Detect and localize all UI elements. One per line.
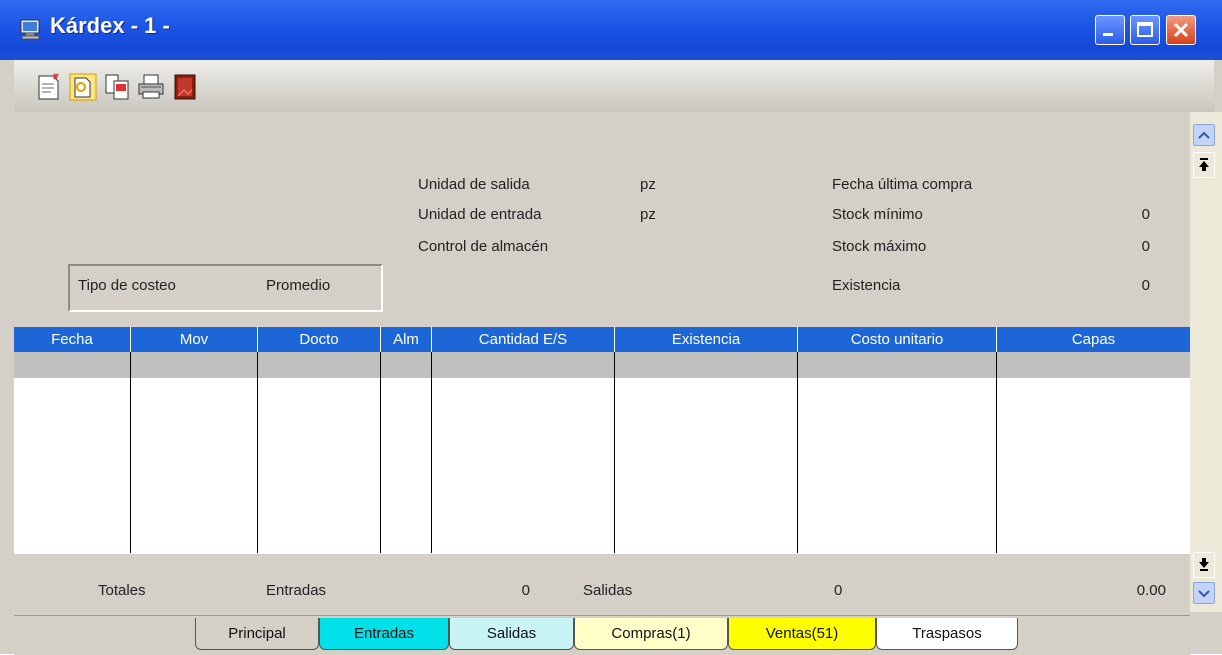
fecha-ultima-compra-label: Fecha última compra xyxy=(832,176,973,193)
close-button[interactable] xyxy=(1166,15,1196,45)
arrow-to-top-icon xyxy=(1199,158,1209,171)
column-header-fecha[interactable]: Fecha xyxy=(14,327,131,352)
unidad-salida-label: Unidad de salida xyxy=(418,176,530,193)
column-header-capas[interactable]: Capas xyxy=(997,327,1190,352)
window-title: Kárdex - 1 - xyxy=(50,13,170,38)
maximize-button[interactable] xyxy=(1130,15,1160,45)
column-header-existencia[interactable]: Existencia xyxy=(615,327,798,352)
existencia-value: 0 xyxy=(1141,277,1150,294)
grid-column-divider xyxy=(798,352,997,553)
column-header-mov[interactable]: Mov xyxy=(131,327,258,352)
print-icon[interactable] xyxy=(136,72,166,102)
grid-column-divider xyxy=(432,352,615,553)
grid-header: Fecha Mov Docto Alm Cantidad E/S Existen… xyxy=(14,327,1190,353)
tipo-costeo-value: Promedio xyxy=(266,277,331,294)
arrow-to-bottom-icon xyxy=(1199,558,1209,571)
close-icon xyxy=(1173,22,1189,38)
stock-maximo-value: 0 xyxy=(1141,238,1150,255)
minimize-button[interactable] xyxy=(1095,15,1125,45)
scroll-down-button[interactable] xyxy=(1193,582,1215,604)
grid-column-divider xyxy=(258,352,381,553)
app-monitor-icon xyxy=(20,19,40,40)
new-document-icon[interactable] xyxy=(34,72,64,102)
unidad-entrada-value: pz xyxy=(640,206,656,223)
tab-principal[interactable]: Principal xyxy=(195,618,319,650)
toolbar xyxy=(14,60,1214,112)
unidad-salida-value: pz xyxy=(640,176,656,193)
kardex-window: Kárdex - 1 - Unidad de salida pz Unidad … xyxy=(0,0,1222,655)
column-header-docto[interactable]: Docto xyxy=(258,327,381,352)
column-header-costo-unitario[interactable]: Costo unitario xyxy=(798,327,997,352)
scroll-up-button[interactable] xyxy=(1193,124,1215,146)
exit-door-icon[interactable] xyxy=(170,72,200,102)
entradas-total-value: 0 xyxy=(521,582,530,599)
totales-label: Totales xyxy=(98,582,146,599)
control-almacen-label: Control de almacén xyxy=(418,238,549,255)
stock-minimo-value: 0 xyxy=(1141,206,1150,223)
stock-maximo-label: Stock máximo xyxy=(832,238,927,255)
scroll-bottom-button[interactable] xyxy=(1193,552,1215,578)
tipo-costeo-label: Tipo de costeo xyxy=(78,277,176,294)
tab-traspasos[interactable]: Traspasos xyxy=(876,618,1018,650)
grand-total-value: 0.00 xyxy=(1136,582,1166,599)
open-document-icon[interactable] xyxy=(68,72,98,102)
scroll-top-button[interactable] xyxy=(1193,152,1215,178)
column-header-cantidad[interactable]: Cantidad E/S xyxy=(432,327,615,352)
tab-bar: Principal Entradas Salidas Compras(1) Ve… xyxy=(14,615,1190,655)
grid-column-divider xyxy=(14,352,131,553)
existencia-label: Existencia xyxy=(832,277,901,294)
salidas-total-value: 0 xyxy=(834,582,843,599)
stock-minimo-label: Stock mínimo xyxy=(832,206,923,223)
entradas-total-label: Entradas xyxy=(266,582,327,599)
unidad-entrada-label: Unidad de entrada xyxy=(418,206,542,223)
copy-document-icon[interactable] xyxy=(102,72,132,102)
maximize-icon xyxy=(1137,22,1153,37)
vertical-scrollbar[interactable] xyxy=(1190,112,1222,612)
grid-column-divider xyxy=(131,352,258,553)
tab-ventas[interactable]: Ventas(51) xyxy=(728,618,876,650)
title-bar[interactable]: Kárdex - 1 - xyxy=(0,0,1222,60)
grid-column-divider xyxy=(381,352,432,553)
chevron-down-icon xyxy=(1198,590,1210,598)
tab-entradas[interactable]: Entradas xyxy=(319,618,449,650)
tab-salidas[interactable]: Salidas xyxy=(449,618,574,650)
column-header-alm[interactable]: Alm xyxy=(381,327,432,352)
grid-column-divider xyxy=(615,352,798,553)
salidas-total-label: Salidas xyxy=(583,582,633,599)
minimize-icon xyxy=(1103,33,1113,36)
tab-compras[interactable]: Compras(1) xyxy=(574,618,728,650)
chevron-up-icon xyxy=(1198,131,1210,139)
